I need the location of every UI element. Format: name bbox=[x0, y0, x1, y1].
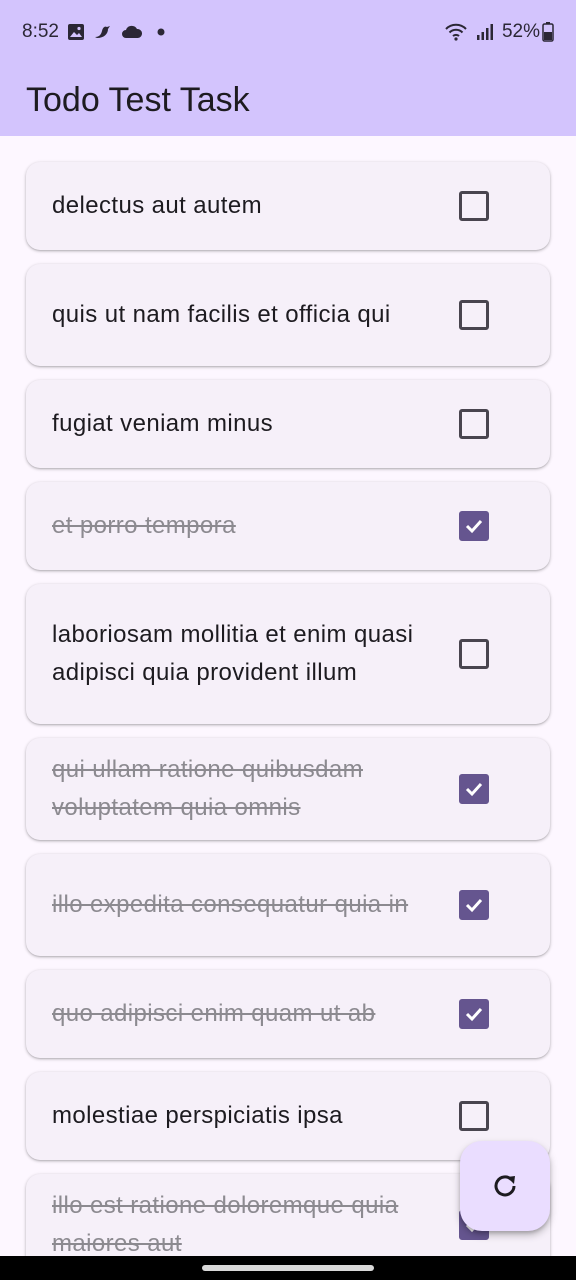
app-bar: Todo Test Task bbox=[0, 64, 576, 136]
todo-item[interactable]: qui ullam ratione quibusdam voluptatem q… bbox=[26, 738, 550, 840]
battery-percent: 52% bbox=[501, 21, 540, 42]
todo-item[interactable]: fugiat veniam minus bbox=[26, 380, 550, 468]
todo-title: illo expedita consequatur quia in bbox=[52, 891, 409, 918]
todo-checkbox[interactable] bbox=[459, 890, 489, 920]
todo-checkbox[interactable] bbox=[459, 409, 489, 439]
todo-title: molestiae perspiciatis ipsa bbox=[52, 1102, 343, 1129]
todo-checkbox[interactable] bbox=[459, 191, 489, 221]
dot-icon bbox=[157, 28, 165, 36]
page-title: Todo Test Task bbox=[26, 80, 250, 119]
bird-icon bbox=[93, 23, 113, 41]
todo-title: illo est ratione doloremque quia maiores… bbox=[52, 1192, 399, 1256]
todo-title: quo adipisci enim quam ut ab bbox=[52, 1000, 376, 1027]
todo-title: laboriosam mollitia et enim quasi adipis… bbox=[52, 621, 414, 686]
todo-title: et porro tempora bbox=[52, 512, 236, 539]
todo-checkbox[interactable] bbox=[459, 511, 489, 541]
todo-item[interactable]: delectus aut autem bbox=[26, 162, 550, 250]
todo-checkbox[interactable] bbox=[459, 1101, 489, 1131]
todo-title: delectus aut autem bbox=[52, 192, 262, 219]
status-time: 8:52 bbox=[22, 21, 59, 42]
todo-item[interactable]: quo adipisci enim quam ut ab bbox=[26, 970, 550, 1058]
todo-item[interactable]: quis ut nam facilis et officia qui bbox=[26, 264, 550, 366]
todo-item[interactable]: illo expedita consequatur quia in bbox=[26, 854, 550, 956]
status-bar: 8:52 52% bbox=[0, 0, 576, 64]
signal-icon bbox=[476, 23, 494, 41]
refresh-icon bbox=[490, 1171, 520, 1201]
wifi-icon bbox=[444, 23, 468, 41]
battery-icon bbox=[542, 22, 554, 42]
todo-item[interactable]: et porro tempora bbox=[26, 482, 550, 570]
todo-title: quis ut nam facilis et officia qui bbox=[52, 301, 391, 328]
todo-checkbox[interactable] bbox=[459, 999, 489, 1029]
todo-title: fugiat veniam minus bbox=[52, 410, 274, 437]
todo-item[interactable]: laboriosam mollitia et enim quasi adipis… bbox=[26, 584, 550, 724]
todo-checkbox[interactable] bbox=[459, 774, 489, 804]
system-nav-bar bbox=[0, 1256, 576, 1280]
home-gesture-handle[interactable] bbox=[202, 1265, 374, 1271]
cloud-icon bbox=[121, 24, 143, 40]
image-icon bbox=[67, 23, 85, 41]
todo-list[interactable]: delectus aut autem quis ut nam facilis e… bbox=[0, 136, 576, 1256]
todo-checkbox[interactable] bbox=[459, 639, 489, 669]
todo-title: qui ullam ratione quibusdam voluptatem q… bbox=[52, 756, 363, 821]
refresh-button[interactable] bbox=[460, 1141, 550, 1231]
todo-checkbox[interactable] bbox=[459, 300, 489, 330]
